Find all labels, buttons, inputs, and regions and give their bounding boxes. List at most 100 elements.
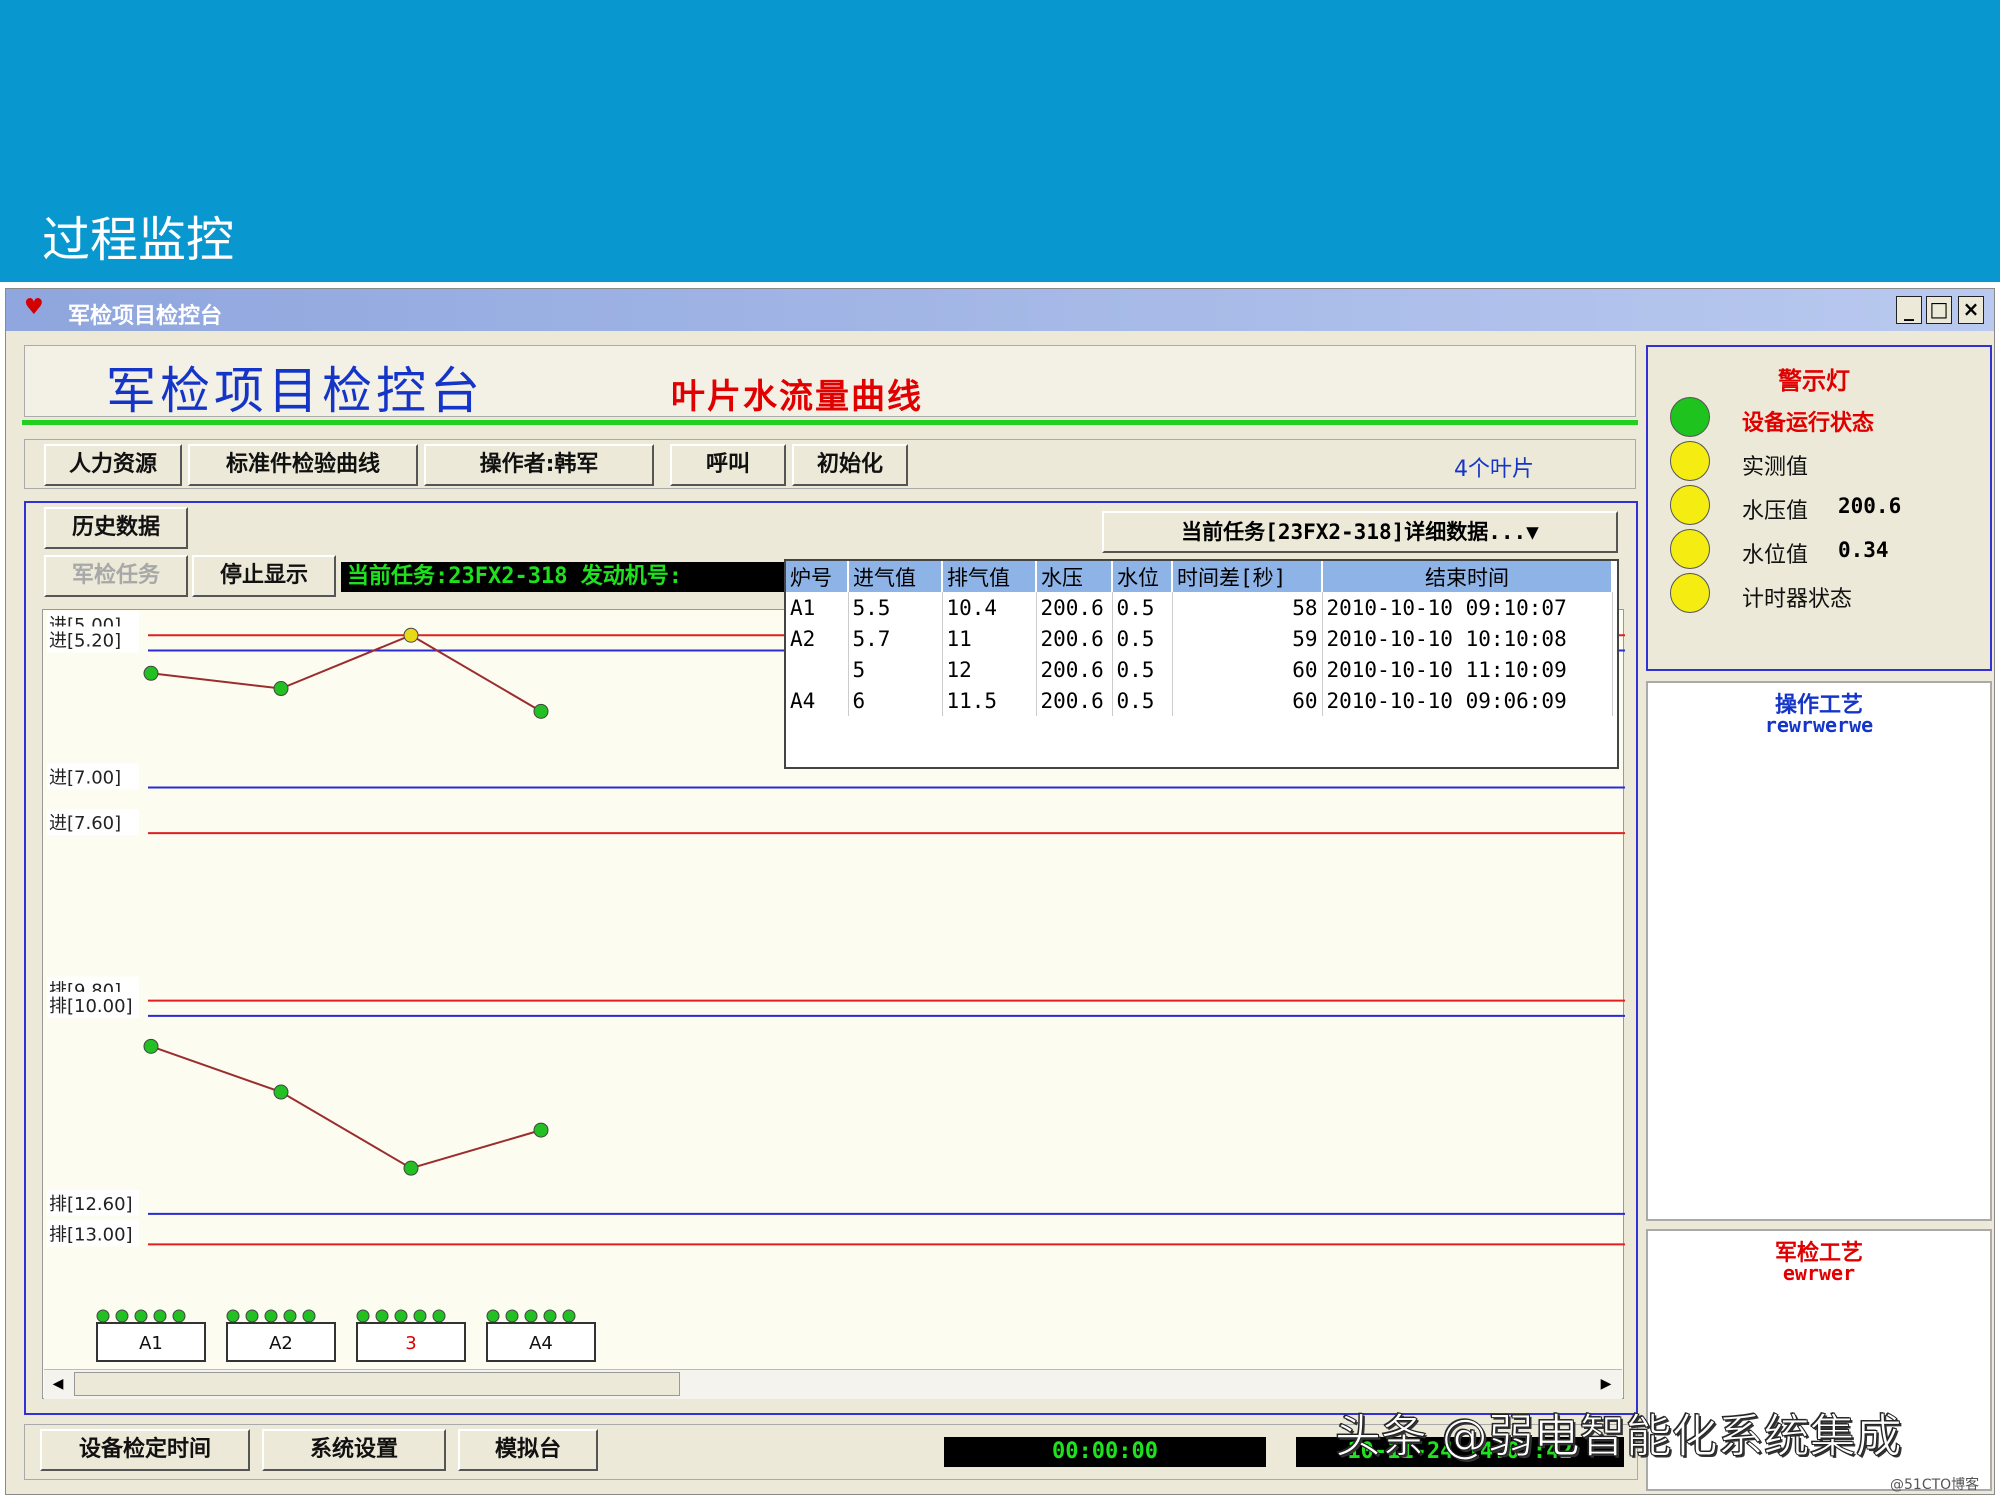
table-cell: 12 xyxy=(942,654,1037,685)
data-point xyxy=(403,627,419,643)
blade-status-dot xyxy=(153,1309,167,1323)
init-button[interactable]: 初始化 xyxy=(792,444,908,486)
alarm-title: 警示灯 xyxy=(1778,367,1850,395)
table-cell: 2010-10-10 10:10:08 xyxy=(1322,623,1613,654)
process-value: rewrwerwe xyxy=(1764,713,1874,737)
table-cell: 60 xyxy=(1172,685,1323,716)
table-cell: 11.5 xyxy=(942,685,1037,716)
credit: @51CTO博客 xyxy=(1890,1477,1980,1493)
window-titlebar: ♥ 军检项目检控台 _ □ × xyxy=(6,289,1994,331)
simulator-button[interactable]: 模拟台 xyxy=(458,1429,598,1471)
scroll-thumb[interactable] xyxy=(74,1372,680,1396)
table-cell: 60 xyxy=(1172,654,1323,685)
data-point xyxy=(143,665,159,681)
reference-label: 排[12.60] xyxy=(49,1194,133,1215)
table-cell: 0.5 xyxy=(1112,654,1173,685)
lamp-value: 0.34 xyxy=(1838,538,1889,562)
table-cell: 200.6 xyxy=(1036,623,1113,654)
data-point xyxy=(273,681,289,697)
table-cell: 2010-10-10 09:10:07 xyxy=(1322,592,1613,623)
series-line xyxy=(150,634,542,713)
table-cell: A4 xyxy=(786,685,849,716)
blade-status-dot xyxy=(226,1309,240,1323)
check-time-button[interactable]: 设备检定时间 xyxy=(40,1429,250,1471)
military-value: ewrwer xyxy=(1782,1261,1856,1285)
alarm-panel: 警示灯 设备运行状态 实测值 水压值 200.6 水位值 0.34 计时器状态 xyxy=(1646,345,1992,671)
blade-status-dot xyxy=(394,1309,408,1323)
table-row[interactable]: A1 5.5 10.4 200.6 0.5 58 2010-10-10 09:10:07 xyxy=(786,592,1613,623)
table-header[interactable]: 水压 xyxy=(1036,561,1113,592)
table-header[interactable]: 炉号 xyxy=(786,561,849,592)
table-cell: 2010-10-10 09:06:09 xyxy=(1322,685,1613,716)
process-panel: 操作工艺 rewrwerwe xyxy=(1646,681,1992,1221)
table-cell: 200.6 xyxy=(1036,592,1113,623)
blade-status-dot xyxy=(96,1309,110,1323)
lamp-label: 设备运行状态 xyxy=(1742,411,1875,436)
table-row[interactable]: 5 12 200.6 0.5 60 2010-10-10 11:10:09 xyxy=(786,654,1613,685)
horizontal-scrollbar[interactable]: ◀ ▶ xyxy=(44,1369,1622,1399)
table-cell: 5.7 xyxy=(848,623,943,654)
table-header[interactable]: 水位 xyxy=(1112,561,1173,592)
history-button[interactable]: 历史数据 xyxy=(44,507,188,549)
blade-status-dot xyxy=(432,1309,446,1323)
table-cell: 59 xyxy=(1172,623,1323,654)
close-button[interactable]: × xyxy=(1958,296,1984,324)
blade-status-dot xyxy=(543,1309,557,1323)
maximize-button[interactable]: □ xyxy=(1926,296,1952,324)
table-header[interactable]: 结束时间 xyxy=(1322,561,1613,592)
lamp-label: 计时器状态 xyxy=(1742,587,1853,612)
table-header[interactable]: 时间差[秒] xyxy=(1172,561,1323,592)
std-curve-button[interactable]: 标准件检验曲线 xyxy=(188,444,418,486)
blade-status-dot xyxy=(413,1309,427,1323)
blade-count: 4个叶片 xyxy=(1454,457,1534,482)
mil-task-button[interactable]: 军检任务 xyxy=(44,555,188,597)
blade-status-dot xyxy=(505,1309,519,1323)
series-line xyxy=(150,1045,542,1170)
scroll-right-icon[interactable]: ▶ xyxy=(1594,1372,1618,1396)
stop-display-button[interactable]: 停止显示 xyxy=(192,555,336,597)
blade-status-dot xyxy=(115,1309,129,1323)
table-header[interactable]: 排气值 xyxy=(942,561,1037,592)
table-header[interactable]: 进气值 xyxy=(848,561,943,592)
hr-button[interactable]: 人力资源 xyxy=(44,444,182,486)
blade-label: A1 xyxy=(139,1333,163,1354)
table-cell: 0.5 xyxy=(1112,592,1173,623)
window-title: 军检项目检控台 xyxy=(68,304,223,329)
settings-button[interactable]: 系统设置 xyxy=(262,1429,446,1471)
operator-button[interactable]: 操作者:韩军 xyxy=(424,444,654,486)
task-status-display: 当前任务:23FX2-318 发动机号: xyxy=(341,562,793,592)
timer-display: 00:00:00 xyxy=(944,1437,1266,1467)
minimize-button[interactable]: _ xyxy=(1896,296,1922,324)
app-window: ♥ 军检项目检控台 _ □ × 军检项目检控台 叶片水流量曲线 人力资源 标准件… xyxy=(5,288,1995,1495)
slide-title: 过程监控 xyxy=(42,212,235,268)
table-cell: 200.6 xyxy=(1036,654,1113,685)
reference-label: 排[10.00] xyxy=(49,996,133,1017)
scroll-left-icon[interactable]: ◀ xyxy=(46,1372,70,1396)
table-cell: 58 xyxy=(1172,592,1323,623)
slide-header xyxy=(0,0,2000,282)
blade-label: A2 xyxy=(269,1333,293,1354)
data-point xyxy=(403,1160,419,1176)
task-detail-table: 炉号 进气值 排气值 水压 水位 时间差[秒] 结束时间 A1 5.5 10.4 200.6 0.5… xyxy=(784,559,1619,769)
table-cell: 2010-10-10 11:10:09 xyxy=(1322,654,1613,685)
reference-label: 排[13.00] xyxy=(49,1224,133,1245)
blade-status-dot xyxy=(486,1309,500,1323)
table-row[interactable]: A4 6 11.5 200.6 0.5 60 2010-10-10 09:06:09 xyxy=(786,685,1613,716)
blade-status-dot xyxy=(524,1309,538,1323)
blade-status-dot xyxy=(302,1309,316,1323)
table-row[interactable]: A2 5.7 11 200.6 0.5 59 2010-10-10 10:10:08 xyxy=(786,623,1613,654)
status-lamp-icon xyxy=(1670,441,1710,481)
call-button[interactable]: 呼叫 xyxy=(670,444,786,486)
watermark: 头条 @弱电智能化系统集成 xyxy=(1335,1409,1903,1464)
table-cell: A1 xyxy=(786,592,849,623)
table-cell: 0.5 xyxy=(1112,685,1173,716)
blade-status-dot xyxy=(375,1309,389,1323)
status-lamp-icon xyxy=(1670,397,1710,437)
table-cell: 11 xyxy=(942,623,1037,654)
blade-status-dot xyxy=(264,1309,278,1323)
main-title: 军检项目检控台 xyxy=(106,362,484,420)
table-cell: 0.5 xyxy=(1112,623,1173,654)
task-detail-dropdown[interactable]: 当前任务[23FX2-318]详细数据...▼ xyxy=(1102,511,1618,553)
blade-status-dot xyxy=(562,1309,576,1323)
blade-status-dot xyxy=(356,1309,370,1323)
